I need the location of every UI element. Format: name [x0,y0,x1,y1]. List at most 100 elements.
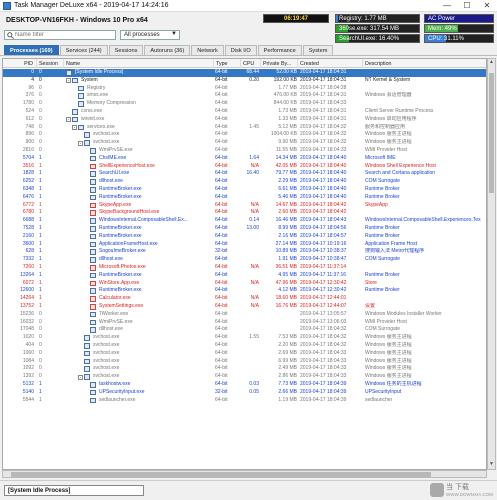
cell-type: 64-bit [215,264,228,270]
table-row[interactable]: 4 0 64-bit 0.20 192.00 KB 2019-04-17 18:04:31… [3,76,486,85]
scroll-up-icon[interactable]: ▲ [488,59,495,67]
table-row[interactable]: 7528 1 64-bit 13.00 8.99 MB 2019-04-17 18:04:… [3,225,486,233]
table-row[interactable]: 1092 0 64-bit 2.49 MB 2019-04-17 18:04:33 Win… [3,365,486,373]
cell-description: sedlauncher [365,396,393,403]
table-row[interactable]: 12600 1 64-bit 4.12 MB 2019-04-17 12:30:42 Ru… [3,287,486,295]
process-icon [90,272,96,279]
column-created[interactable]: Created [298,59,363,68]
table-row[interactable]: 7260 1 64-bit N/A 36.51 MB 2019-04-17 11:37:1… [3,264,486,272]
table-row[interactable]: 748 0 64-bit 1.45 5.12 MB 2019-04-17 18:04:32… [3,124,486,132]
table-row[interactable]: 1060 0 64-bit 2.69 MB 2019-04-17 18:04:33 Win… [3,350,486,358]
table-row[interactable]: 3516 1 64-bit N/A 42.05 MB 2019-04-17 18:04:4… [3,162,486,171]
horizontal-scroll-thumb[interactable] [11,472,431,477]
cell-type: 64-bit [215,154,228,161]
column-pid[interactable]: PID [3,59,37,68]
cell-type: 64-bit [215,365,228,372]
tab-network[interactable]: Network [191,45,224,55]
table-row[interactable]: 5704 1 64-bit 1.64 14.34 MB 2019-04-17 18:04:… [3,154,486,163]
table-row[interactable]: 13264 1 64-bit 4.95 MB 2019-04-17 11:37:16 Ru… [3,272,486,280]
table-row[interactable]: 2160 1 64-bit 2.16 MB 2019-04-17 18:04:57 Run… [3,232,486,241]
table-row[interactable]: 96 0 64-bit 1.77 MB 2019-04-17 18:04:28 Regis… [3,84,486,93]
cell-pid: 96 [28,84,34,91]
maximize-button[interactable]: ☐ [457,0,477,12]
table-row[interactable]: 524 0 64-bit 1.73 MB 2019-04-17 18:04:31 Clie… [3,108,486,116]
cell-type: 64-bit [215,76,228,83]
table-row[interactable]: 5544 1 64-bit 1.19 MB 2019-04-17 18:04:39 sed… [3,396,486,405]
process-icon [90,218,96,224]
table-row[interactable]: 1780 0 64-bit 844.00 KB 2019-04-17 18:04:33 M… [3,100,486,108]
table-row[interactable]: 900 0 64-bit 9.90 MB 2019-04-17 18:04:32 Wind… [3,139,486,147]
tab-processes[interactable]: Processes (169) [4,45,59,55]
table-row[interactable]: 6072 1 64-bit N/A 47.96 MB 2019-04-17 12:30:4… [3,280,486,288]
table-row[interactable]: 2816 0 64-bit 11.55 MB 2019-04-17 18:04:33 WM… [3,147,486,155]
table-row[interactable]: 13752 1 64-bit N/A 16.76 MB 2019-04-17 12:44:… [3,303,486,311]
tab-autoruns[interactable]: Autoruns (36) [144,45,191,55]
tab-disk-io[interactable]: Disk I/O [224,45,257,55]
column-name[interactable]: Name [64,59,214,68]
close-button[interactable]: ✕ [477,0,497,12]
cell-description: Windows Shell Experience Host [365,162,436,169]
cell-pid: 524 [25,108,34,114]
table-row[interactable]: 376 0 64-bit 476.00 KB 2019-04-17 18:04:31 Wi… [3,92,486,100]
process-table[interactable]: PID Session Name Type CPU Private By... … [2,58,487,470]
tree-toggle-icon[interactable]: - [66,117,71,123]
table-row[interactable]: 16032 0 64-bit 2019-04-17 13:06:03 WMI Provi… [3,319,486,327]
tree-toggle-icon[interactable]: - [78,374,83,380]
cell-name: SkypeApp.exe [99,201,132,208]
table-row[interactable]: 3600 1 64-bit 27.14 MB 2019-04-17 10:19:16 Ap… [3,240,486,249]
cell-description: SkypeApp [365,201,388,208]
table-row[interactable]: 6780 1 64-bit N/A 2.60 MB 2019-04-17 18:04:42… [3,209,486,217]
table-row[interactable]: 14264 1 64-bit N/A 18.60 MB 2019-04-17 12:44:… [3,295,486,303]
vertical-scrollbar[interactable]: ▲ ▼ [487,58,496,470]
table-row[interactable]: 6348 1 64-bit 6.61 MB 2019-04-17 18:04:40 Run… [3,186,486,194]
tab-system[interactable]: System [302,45,334,55]
column-description[interactable]: Description [363,59,486,68]
process-filter-select[interactable]: All processes ▼ [120,30,180,40]
table-row[interactable]: 15236 0 64-bit 2019-04-17 13:05:57 Windows M… [3,311,486,319]
table-row[interactable]: 404 0 64-bit 2.20 MB 2019-04-17 18:04:32 Wind… [3,342,486,350]
table-row[interactable]: 5132 1 64-bit 0.03 7.73 MB 2019-04-17 18:04:3… [3,381,486,389]
minimize-button[interactable]: — [437,0,457,12]
table-row[interactable]: 612 0 64-bit 1.33 MB 2019-04-17 18:04:31 Wind… [3,116,486,124]
column-private-bytes[interactable]: Private By... [261,59,298,68]
table-row[interactable]: 628 1 32-bit 10.89 MB 2019-04-17 10:38:37 搜狗输… [3,248,486,256]
column-session[interactable]: Session [37,59,64,68]
table-row[interactable]: 1020 0 64-bit 1.55 7.53 MB 2019-04-17 18:04:3… [3,334,486,342]
column-cpu[interactable]: CPU [241,59,261,68]
tree-toggle-icon[interactable]: - [66,78,71,84]
cell-description: Runtime Broker [365,232,400,239]
cell-name: sedlauncher.exe [99,396,136,403]
cell-created: 2019-04-17 11:37:14 [300,264,347,270]
tree-toggle-icon[interactable]: - [72,125,77,131]
table-row[interactable]: 6252 1 64-bit 2.29 MB 2019-04-17 18:04:40 COM… [3,178,486,186]
table-row[interactable]: 6688 1 64-bit 0.14 16.46 MB 2019-04-17 18:04:… [3,217,486,225]
column-type[interactable]: Type [214,59,241,68]
tab-sessions[interactable]: Sessions [108,45,144,55]
cell-created: 2019-04-17 10:19:16 [300,240,347,247]
cell-private-bytes: 1.19 MB [278,396,297,403]
horizontal-scrollbar[interactable] [2,470,487,478]
cell-private-bytes: 42.05 MB [275,162,297,169]
cell-created: 2019-04-17 10:38:47 [300,256,347,263]
name-filter-input[interactable] [15,31,111,39]
table-row[interactable]: 7332 1 64-bit 1.91 MB 2019-04-17 10:38:47 COM… [3,256,486,264]
table-row[interactable]: 1828 1 64-bit 16.40 79.77 MB 2019-04-17 18:04… [3,170,486,178]
table-row[interactable]: 5140 1 32-bit 0.05 2.66 MB 2019-04-17 18:04:3… [3,388,486,397]
tree-toggle-icon[interactable]: - [78,140,83,146]
scroll-down-icon[interactable]: ▼ [488,461,495,469]
table-row[interactable]: 1084 0 64-bit 6.99 MB 2019-04-17 18:04:33 Win… [3,358,486,366]
name-filter[interactable] [4,30,116,40]
table-row[interactable]: 17048 0 64-bit 2019-04-17 18:04:32 COM Surro… [3,326,486,334]
table-row[interactable]: 896 0 64-bit 1004.00 KB 2019-04-17 18:04:32 W… [3,131,486,139]
cell-private-bytes: 16.76 MB [275,303,297,309]
table-row[interactable]: 0 0 64-bit 68.44 52.00 KB 2019-04-17 18:04:31… [3,69,486,77]
table-row[interactable]: 1392 0 64-bit 2.86 MB 2019-04-17 18:04:33 Win… [3,373,486,381]
vertical-scroll-thumb[interactable] [489,73,494,193]
process-icon [90,389,96,396]
table-row[interactable]: 6476 1 64-bit 5.46 MB 2019-04-17 18:04:40 Run… [3,194,486,202]
tab-performance[interactable]: Performance [257,45,302,55]
cell-created: 2019-04-17 18:04:40 [300,162,347,169]
table-row[interactable]: 6772 1 64-bit N/A 14.67 MB 2019-04-17 18:04:4… [3,201,486,210]
cell-private-bytes: 2.66 MB [278,388,297,395]
tab-services[interactable]: Services (244) [59,45,108,55]
